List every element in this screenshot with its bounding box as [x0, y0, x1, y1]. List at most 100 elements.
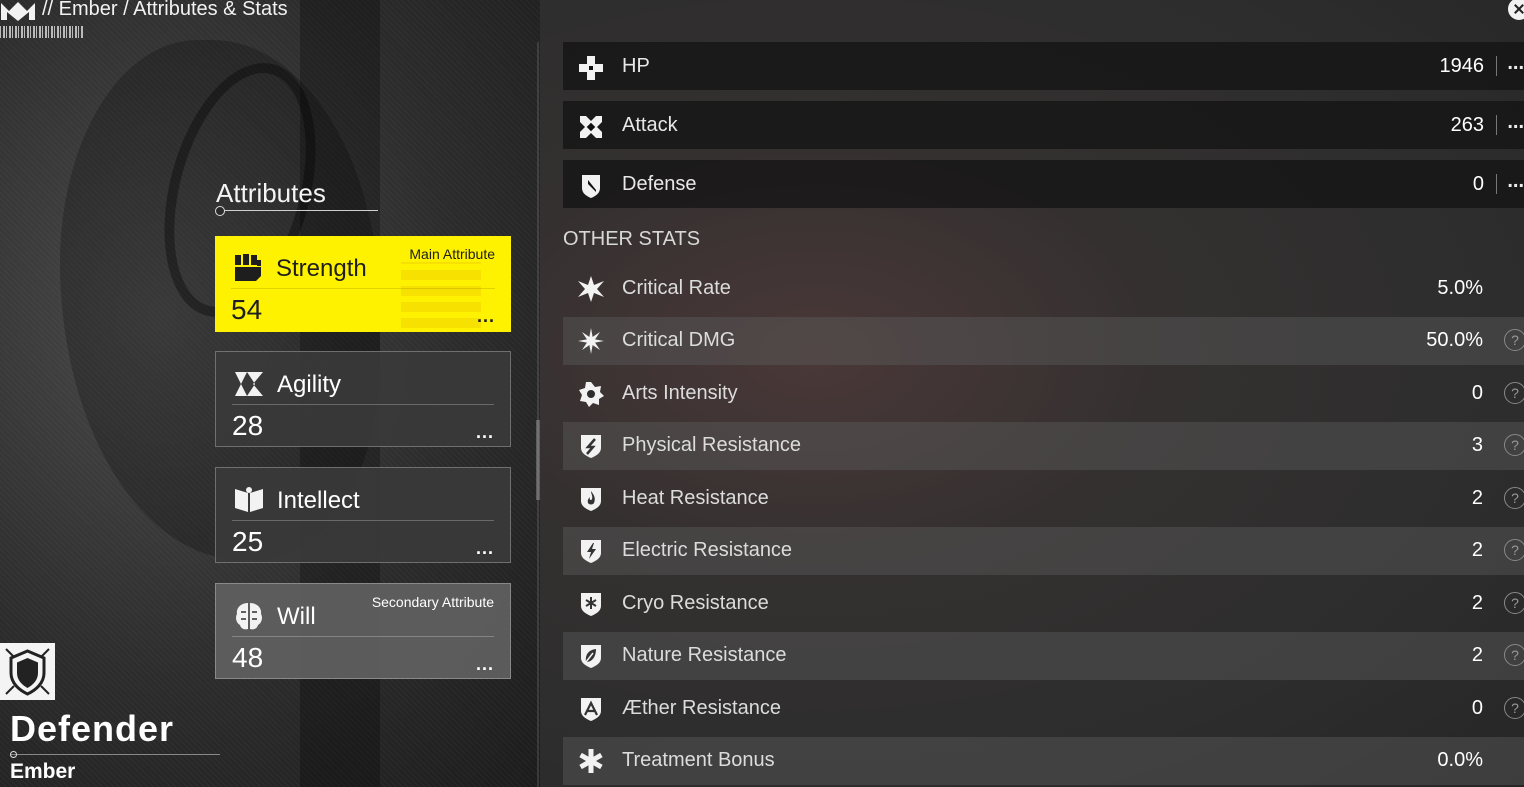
attribute-card-will[interactable]: Will Secondary Attribute 48 ...: [215, 583, 511, 679]
stat-row-treatment-bonus: Treatment Bonus 0.0%: [563, 737, 1524, 785]
stat-row-heat-resistance: Heat Resistance 2 ?: [563, 475, 1524, 523]
stat-row-critical-rate: Critical Rate 5.0%: [563, 265, 1524, 313]
stat-row-attack[interactable]: Attack 263 ...: [563, 101, 1524, 149]
brain-icon: [236, 603, 262, 630]
attribute-value: 54: [231, 294, 263, 325]
book-icon: [235, 487, 263, 512]
asterisk-icon: [579, 749, 603, 773]
attributes-dot: [215, 206, 225, 216]
attribute-name: Strength: [276, 255, 367, 282]
stat-separator: [1496, 115, 1497, 135]
stat-label: Critical DMG: [622, 329, 736, 351]
snowflake-shield-icon: [581, 593, 601, 616]
help-icon[interactable]: ?: [1504, 487, 1524, 509]
barcode-decoration: [0, 26, 84, 38]
stat-more-button[interactable]: ...: [1507, 170, 1524, 193]
stat-value: 0: [1471, 697, 1483, 719]
help-icon[interactable]: ?: [1504, 382, 1524, 404]
help-icon[interactable]: ?: [1504, 329, 1524, 351]
stat-row-cryo-resistance: Cryo Resistance 2 ?: [563, 580, 1524, 628]
burst-icon: [578, 276, 604, 302]
stat-label: Nature Resistance: [622, 644, 787, 666]
stat-value: 3: [1471, 434, 1483, 456]
stat-value: 2: [1471, 644, 1483, 666]
stat-row-physical-resistance: Physical Resistance 3 ?: [563, 422, 1524, 470]
more-button[interactable]: ...: [477, 306, 495, 327]
stat-more-button[interactable]: ...: [1507, 111, 1524, 134]
attribute-name: Agility: [277, 371, 342, 398]
attribute-value: 28: [232, 410, 264, 441]
attribute-card-strength[interactable]: Strength Main Attribute 54 ...: [215, 236, 511, 332]
help-icon[interactable]: ?: [1504, 592, 1524, 614]
stat-row-critical-dmg: Critical DMG 50.0% ?: [563, 317, 1524, 365]
stat-label: HP: [622, 55, 650, 77]
stat-value: 1946: [1439, 55, 1485, 77]
shield-icon: [5, 648, 50, 696]
stat-value: 2: [1471, 539, 1483, 561]
stat-label: Æther Resistance: [622, 697, 781, 719]
card-divider: [232, 404, 494, 405]
stat-row-nature-resistance: Nature Resistance 2 ?: [563, 632, 1524, 680]
class-badge: [0, 643, 55, 700]
stat-label: Defense: [622, 173, 697, 195]
strength-watermark: [401, 262, 481, 328]
attributes-heading: Attributes: [216, 178, 326, 208]
stat-value: 50.0%: [1426, 329, 1483, 351]
class-name: Defender: [10, 708, 175, 749]
crossed-swords-icon: [580, 116, 602, 138]
physical-shield-icon: [581, 435, 601, 458]
stat-label: Heat Resistance: [622, 487, 769, 509]
stat-value: 263: [1450, 114, 1484, 136]
main-attribute-tag: Main Attribute: [409, 246, 495, 262]
help-icon[interactable]: ?: [1504, 697, 1524, 719]
stat-value: 2: [1471, 592, 1483, 614]
card-divider: [232, 520, 494, 521]
card-divider: [232, 636, 494, 637]
stat-more-button[interactable]: ...: [1507, 52, 1524, 75]
aether-shield-icon: [581, 698, 601, 721]
stat-label: Electric Resistance: [622, 539, 793, 561]
help-icon[interactable]: ?: [1504, 434, 1524, 456]
fist-icon: [235, 254, 261, 281]
stat-label: Attack: [622, 114, 678, 136]
game-logo-icon: [1, 2, 35, 21]
stat-row-defense[interactable]: Defense 0 ...: [563, 160, 1524, 208]
stat-label: Cryo Resistance: [622, 592, 769, 614]
stat-row-aether-resistance: Æther Resistance 0 ?: [563, 685, 1524, 733]
stat-value: 5.0%: [1437, 277, 1483, 299]
help-icon[interactable]: ?: [1504, 539, 1524, 561]
more-button[interactable]: ...: [476, 654, 494, 675]
leaf-shield-icon: [581, 645, 601, 668]
stat-separator: [1496, 174, 1497, 194]
star-burst-icon: [578, 328, 604, 354]
agility-arrow-icon: [235, 372, 263, 396]
more-button[interactable]: ...: [476, 538, 494, 559]
other-stats-heading: OTHER STATS: [563, 228, 701, 250]
stat-label: Physical Resistance: [622, 434, 801, 456]
attribute-name: Will: [277, 603, 316, 630]
stat-row-electric-resistance: Electric Resistance 2 ?: [563, 527, 1524, 575]
gear-star-icon: [579, 382, 604, 407]
stat-row-arts-intensity: Arts Intensity 0 ?: [563, 370, 1524, 418]
stat-separator: [1496, 56, 1497, 76]
stat-value: 0: [1472, 173, 1484, 195]
flame-shield-icon: [581, 488, 601, 511]
attribute-card-agility[interactable]: Agility 28 ...: [215, 351, 511, 447]
attribute-value: 48: [232, 642, 264, 673]
breadcrumb: // Ember / Attributes & Stats: [42, 0, 288, 20]
more-button[interactable]: ...: [476, 422, 494, 443]
class-divider: [10, 754, 220, 755]
lightning-shield-icon: [581, 540, 601, 563]
attribute-value: 25: [232, 526, 264, 557]
attribute-card-intellect[interactable]: Intellect 25 ...: [215, 467, 511, 563]
secondary-attribute-tag: Secondary Attribute: [371, 594, 494, 610]
panel-divider: [536, 42, 540, 787]
help-icon[interactable]: ?: [1504, 644, 1524, 666]
stat-row-hp[interactable]: HP 1946 ...: [563, 42, 1524, 90]
attributes-underline: [216, 210, 378, 211]
stat-label: Treatment Bonus: [622, 749, 775, 771]
character-name: Ember: [10, 760, 76, 783]
stat-value: 0.0%: [1437, 749, 1483, 771]
stat-label: Arts Intensity: [622, 382, 738, 404]
class-dot: [10, 751, 17, 758]
